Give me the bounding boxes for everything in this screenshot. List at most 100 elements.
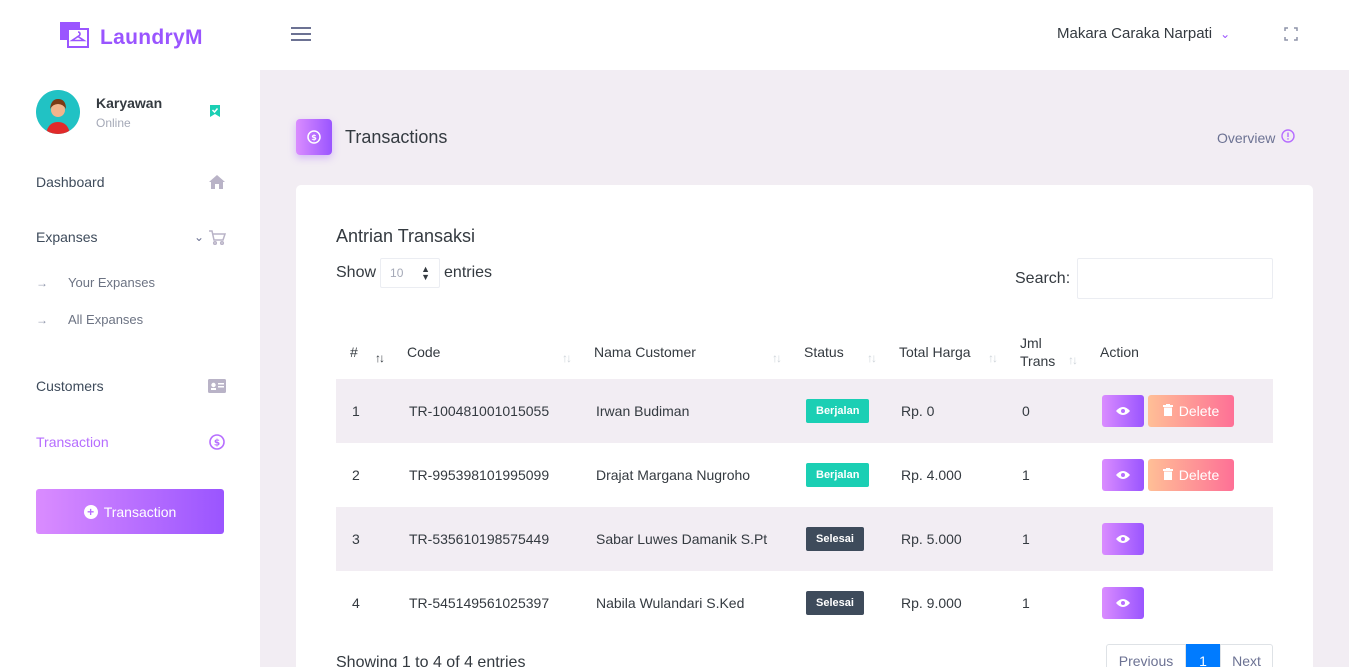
transactions-table: # ↑↓ Code ↑↓ Nama Customer ↑↓ Status ↑↓ Tota… <box>336 325 1273 635</box>
search-box: Search: <box>1015 258 1274 299</box>
page-1-button[interactable]: 1 <box>1186 644 1220 667</box>
search-label: Search: <box>1015 269 1071 287</box>
cell-status: Berjalan <box>790 443 885 507</box>
dollar-circle-icon: $ <box>208 433 226 451</box>
cell-jml: 1 <box>1022 467 1030 483</box>
delete-button[interactable]: Delete <box>1148 459 1234 491</box>
sort-icon: ↑↓ <box>867 351 877 365</box>
column-header-total[interactable]: Total Harga ↑↓ <box>885 325 1006 379</box>
cell-code: TR-100481001015055 <box>393 379 580 443</box>
sidebar-subitem-label: Your Expanses <box>68 275 155 290</box>
sidebar: Karyawan Online Dashboard Expanses ⌄ → Y… <box>0 70 260 667</box>
overview-label: Overview <box>1217 129 1276 146</box>
entries-select-value: 10 <box>390 266 404 280</box>
sidebar-subitem-your-expanses[interactable]: → Your Expanses <box>36 275 155 290</box>
delete-label: Delete <box>1178 403 1220 419</box>
select-arrows-icon: ▲ ▼ <box>421 264 431 282</box>
sidebar-subitem-all-expanses[interactable]: → All Expanses <box>36 312 143 327</box>
delete-label: Delete <box>1178 467 1220 483</box>
cell-total: Rp. 0 <box>885 379 1006 443</box>
fullscreen-icon[interactable] <box>1284 27 1298 41</box>
eye-icon <box>1116 531 1130 547</box>
cell-action <box>1086 571 1273 635</box>
brand[interactable]: LaundryM <box>60 22 203 53</box>
eye-icon <box>1116 467 1130 483</box>
cell-status: Selesai <box>790 571 885 635</box>
view-button[interactable] <box>1102 459 1144 491</box>
arrow-right-icon: → <box>36 312 48 327</box>
sidebar-item-label: Transaction <box>36 434 109 450</box>
column-header-code[interactable]: Code ↑↓ <box>393 325 580 379</box>
new-transaction-button[interactable]: + Transaction <box>36 489 224 534</box>
cell-code: TR-545149561025397 <box>409 595 550 611</box>
sort-icon: ↑↓ <box>1068 353 1078 367</box>
cell-customer: Nabila Wulandari S.Ked <box>596 595 745 611</box>
sidebar-item-transaction[interactable]: Transaction $ <box>36 433 226 451</box>
column-header-jml-trans[interactable]: Jml Trans ↑↓ <box>1006 325 1086 379</box>
chevron-down-icon: ⌄ <box>193 230 204 244</box>
cell-code: TR-995398101995099 <box>409 467 550 483</box>
cell-total: Rp. 9.000 <box>901 595 962 611</box>
cell-jml: 1 <box>1022 595 1030 611</box>
sort-icon: ↑↓ <box>772 351 782 365</box>
column-header-action: Action <box>1100 344 1139 360</box>
cell-action: Delete <box>1086 379 1273 443</box>
svg-text:$: $ <box>311 133 317 142</box>
previous-button[interactable]: Previous <box>1106 644 1186 667</box>
cell-number: 2 <box>352 467 360 483</box>
profile-status: Online <box>96 116 131 130</box>
cell-status: Selesai <box>790 507 885 571</box>
id-card-icon <box>208 377 226 395</box>
new-transaction-label: Transaction <box>103 503 177 520</box>
eye-icon <box>1116 403 1130 419</box>
bookmark-check-icon <box>208 104 222 118</box>
cell-status: Berjalan <box>790 379 885 443</box>
status-badge: Selesai <box>806 591 864 615</box>
trash-icon <box>1162 467 1173 483</box>
user-menu[interactable]: Makara Caraka Narpati ⌄ <box>1057 25 1230 42</box>
cell-customer: Irwan Budiman <box>580 379 790 443</box>
overview-link[interactable]: Overview <box>1217 129 1296 146</box>
plus-circle-icon: + <box>83 504 98 519</box>
view-button[interactable] <box>1102 395 1144 427</box>
entries-length: Show 10 ▲ ▼ entries <box>336 258 492 288</box>
laundry-logo-icon <box>60 22 90 53</box>
arrow-right-icon: → <box>36 275 48 290</box>
cell-jml: 0 <box>1006 379 1086 443</box>
brand-name: LaundryM <box>100 25 203 49</box>
sidebar-item-customers[interactable]: Customers <box>36 377 226 395</box>
avatar <box>36 90 80 134</box>
entries-select[interactable]: 10 ▲ ▼ <box>380 258 441 288</box>
sidebar-item-label: Dashboard <box>36 174 105 190</box>
column-header-customer[interactable]: Nama Customer ↑↓ <box>580 325 790 379</box>
sidebar-item-expanses[interactable]: Expanses ⌄ <box>36 228 226 246</box>
table-header-row: # ↑↓ Code ↑↓ Nama Customer ↑↓ Status ↑↓ Tota… <box>336 325 1273 379</box>
profile[interactable]: Karyawan Online <box>36 90 226 136</box>
alert-circle-icon <box>1281 129 1296 146</box>
cell-code: TR-535610198575449 <box>393 507 580 571</box>
page-title-icon: $ <box>296 119 332 155</box>
view-button[interactable] <box>1102 523 1144 555</box>
delete-button[interactable]: Delete <box>1148 395 1234 427</box>
transactions-card: Antrian Transaksi Show 10 ▲ ▼ entries Sea… <box>296 185 1313 667</box>
cell-action <box>1086 507 1273 571</box>
column-header-number[interactable]: # ↑↓ <box>336 325 393 379</box>
cart-icon <box>208 228 226 246</box>
cell-action: Delete <box>1086 443 1273 507</box>
view-button[interactable] <box>1102 587 1144 619</box>
table-row: 1 TR-100481001015055 Irwan Budiman Berja… <box>336 379 1273 443</box>
menu-toggle-icon[interactable] <box>291 27 311 43</box>
table-info: Showing 1 to 4 of 4 entries <box>336 654 526 667</box>
card-title: Antrian Transaksi <box>336 226 476 246</box>
home-icon <box>208 173 226 191</box>
next-button[interactable]: Next <box>1220 644 1273 667</box>
table-row: 2 TR-995398101995099 Drajat Margana Nugr… <box>336 443 1273 507</box>
chevron-down-icon: ⌄ <box>1220 26 1231 41</box>
page-title: Transactions <box>345 127 448 147</box>
column-header-status[interactable]: Status ↑↓ <box>790 325 885 379</box>
eye-icon <box>1116 595 1130 611</box>
sidebar-item-dashboard[interactable]: Dashboard <box>36 173 226 191</box>
svg-text:$: $ <box>214 439 220 449</box>
sidebar-subitem-label: All Expanses <box>68 312 144 327</box>
search-input[interactable] <box>1077 258 1274 299</box>
